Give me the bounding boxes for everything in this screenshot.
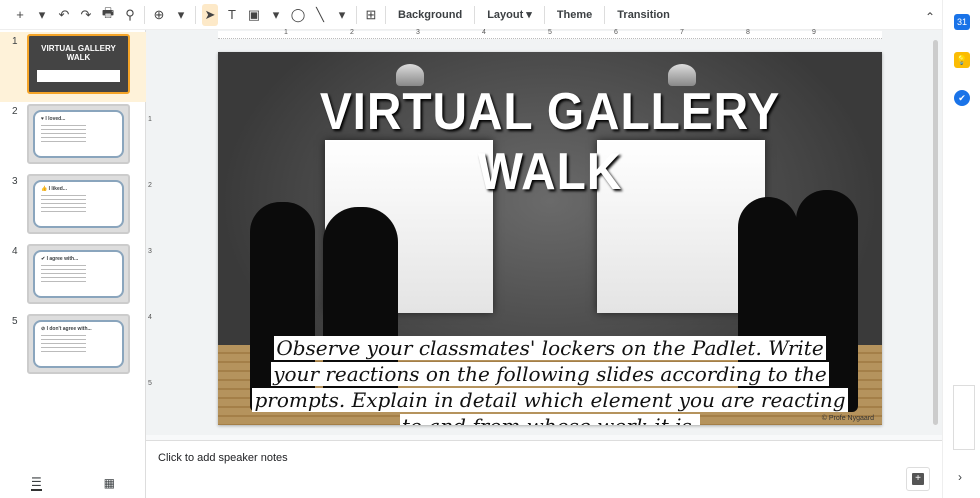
divider <box>604 5 606 24</box>
ruler-tick: 9 <box>812 29 816 36</box>
horizontal-ruler[interactable]: 1 2 3 4 5 6 7 8 9 <box>146 29 942 40</box>
thumbnail-image: ♥ I loved... <box>27 104 130 164</box>
zoom-icon[interactable]: ⊕ <box>151 4 167 26</box>
line-dropdown[interactable]: ▾ <box>334 4 350 26</box>
thumbnail-title: ⊘ I don't agree with... <box>41 326 92 332</box>
thumbnail-title: ✔ I agree with... <box>41 256 79 262</box>
thumbnail-title: 👍 I liked... <box>41 186 67 192</box>
ruler-tick: 8 <box>746 29 750 36</box>
layout-button[interactable]: Layout ▾ <box>481 4 538 26</box>
thumbnail-caption <box>37 70 120 82</box>
slide-thumbnail-5[interactable]: 5 ⊘ I don't agree with... <box>0 312 146 382</box>
background-button[interactable]: Background <box>392 4 468 26</box>
view-switcher: ☰ ▦ <box>0 468 146 498</box>
calendar-icon[interactable]: 31 <box>954 14 970 30</box>
filmstrip-view-icon[interactable]: ☰ <box>30 475 42 491</box>
print-icon[interactable]: 🖶 <box>100 4 116 26</box>
speaker-notes[interactable]: Click to add speaker notes + <box>146 440 942 498</box>
line-icon[interactable]: ╲ <box>312 4 328 26</box>
slide-number: 1 <box>12 36 18 47</box>
zoom-dropdown[interactable]: ▾ <box>173 4 189 26</box>
image-dropdown[interactable]: ▾ <box>268 4 284 26</box>
slide-caption[interactable]: Observe your classmates' lockers on the … <box>250 335 850 425</box>
divider <box>543 5 545 24</box>
ruler-tick: 4 <box>148 314 152 321</box>
select-icon[interactable]: ➤ <box>202 3 218 26</box>
new-slide-button[interactable]: + <box>12 4 28 26</box>
thumbnail-image: VIRTUAL GALLERY WALK <box>27 34 130 94</box>
expand-side-panel-icon[interactable]: › <box>958 470 962 484</box>
grid-view-icon[interactable]: ▦ <box>104 476 115 490</box>
slide-thumbnail-2[interactable]: 2 ♥ I loved... <box>0 102 146 172</box>
divider <box>144 5 145 24</box>
add-comment-button[interactable]: + <box>906 467 930 491</box>
ruler-tick: 1 <box>284 29 288 36</box>
ruler-tick: 5 <box>148 380 152 387</box>
thumbnail-title: VIRTUAL GALLERY WALK <box>41 44 116 62</box>
tasks-icon[interactable]: ✔ <box>954 90 970 106</box>
slide[interactable]: VIRTUAL GALLERY WALK Observe your classm… <box>218 52 882 425</box>
thumbnail-image: ⊘ I don't agree with... <box>27 314 130 374</box>
transition-button[interactable]: Transition <box>611 4 676 26</box>
redo-icon[interactable]: ↷ <box>78 4 94 26</box>
side-panel-box <box>953 385 975 450</box>
slide-title: VIRTUAL GALLERY WALK <box>319 83 781 201</box>
vertical-ruler[interactable]: 1 2 3 4 5 <box>146 40 156 435</box>
thumbnail-image: ✔ I agree with... <box>27 244 130 304</box>
slide-number: 4 <box>12 246 18 257</box>
slide-canvas: VIRTUAL GALLERY WALK Observe your classm… <box>156 40 942 435</box>
slide-thumbnail-4[interactable]: 4 ✔ I agree with... <box>0 242 146 312</box>
add-comment-icon: + <box>912 473 924 485</box>
ruler-tick: 4 <box>482 29 486 36</box>
divider <box>474 5 476 24</box>
slide-number: 3 <box>12 176 18 187</box>
keep-icon[interactable]: 💡 <box>954 52 970 68</box>
ruler-tick: 7 <box>680 29 684 36</box>
slide-thumbnail-3[interactable]: 3 👍 I liked... <box>0 172 146 242</box>
theme-button[interactable]: Theme <box>551 4 598 26</box>
slide-credit: © Profe Nygaard <box>821 415 874 422</box>
undo-icon[interactable]: ↶ <box>56 4 72 26</box>
ruler-tick: 2 <box>148 182 152 189</box>
filmstrip: 1 VIRTUAL GALLERY WALK 2 ♥ I loved... 3 … <box>0 30 146 498</box>
thumbnail-image: 👍 I liked... <box>27 174 130 234</box>
caption-text: Observe your classmates' lockers on the … <box>252 336 848 425</box>
vertical-scrollbar[interactable] <box>933 40 939 430</box>
slide-number: 5 <box>12 316 18 327</box>
thumbnail-title: ♥ I loved... <box>41 116 66 122</box>
ruler-tick: 6 <box>614 29 618 36</box>
paint-format-icon[interactable]: ⚲ <box>122 4 138 26</box>
slide-number: 2 <box>12 106 18 117</box>
new-slide-dropdown[interactable]: ▾ <box>34 4 50 26</box>
shape-icon[interactable]: ◯ <box>290 4 306 26</box>
textbox-icon[interactable]: T <box>224 4 240 26</box>
slide-thumbnail-1[interactable]: 1 VIRTUAL GALLERY WALK <box>0 32 146 102</box>
ruler-tick: 3 <box>148 248 152 255</box>
ruler-tick: 2 <box>350 29 354 36</box>
image-icon[interactable]: ▣ <box>246 4 262 26</box>
ruler-tick: 3 <box>416 29 420 36</box>
toolbar: + ▾ ↶ ↷ 🖶 ⚲ ⊕ ▾ ➤ T ▣ ▾ ◯ ╲ ▾ ⊞ Backgrou… <box>0 0 942 30</box>
divider <box>195 5 196 24</box>
divider <box>356 5 357 24</box>
ruler-tick: 1 <box>148 116 152 123</box>
side-panel: 31 💡 ✔ › <box>942 0 980 498</box>
comment-icon[interactable]: ⊞ <box>363 4 379 26</box>
ruler-tick: 5 <box>548 29 552 36</box>
collapse-toolbar-icon[interactable]: ⌃ <box>922 6 938 28</box>
speaker-notes-placeholder[interactable]: Click to add speaker notes <box>158 452 288 464</box>
divider <box>385 5 386 24</box>
